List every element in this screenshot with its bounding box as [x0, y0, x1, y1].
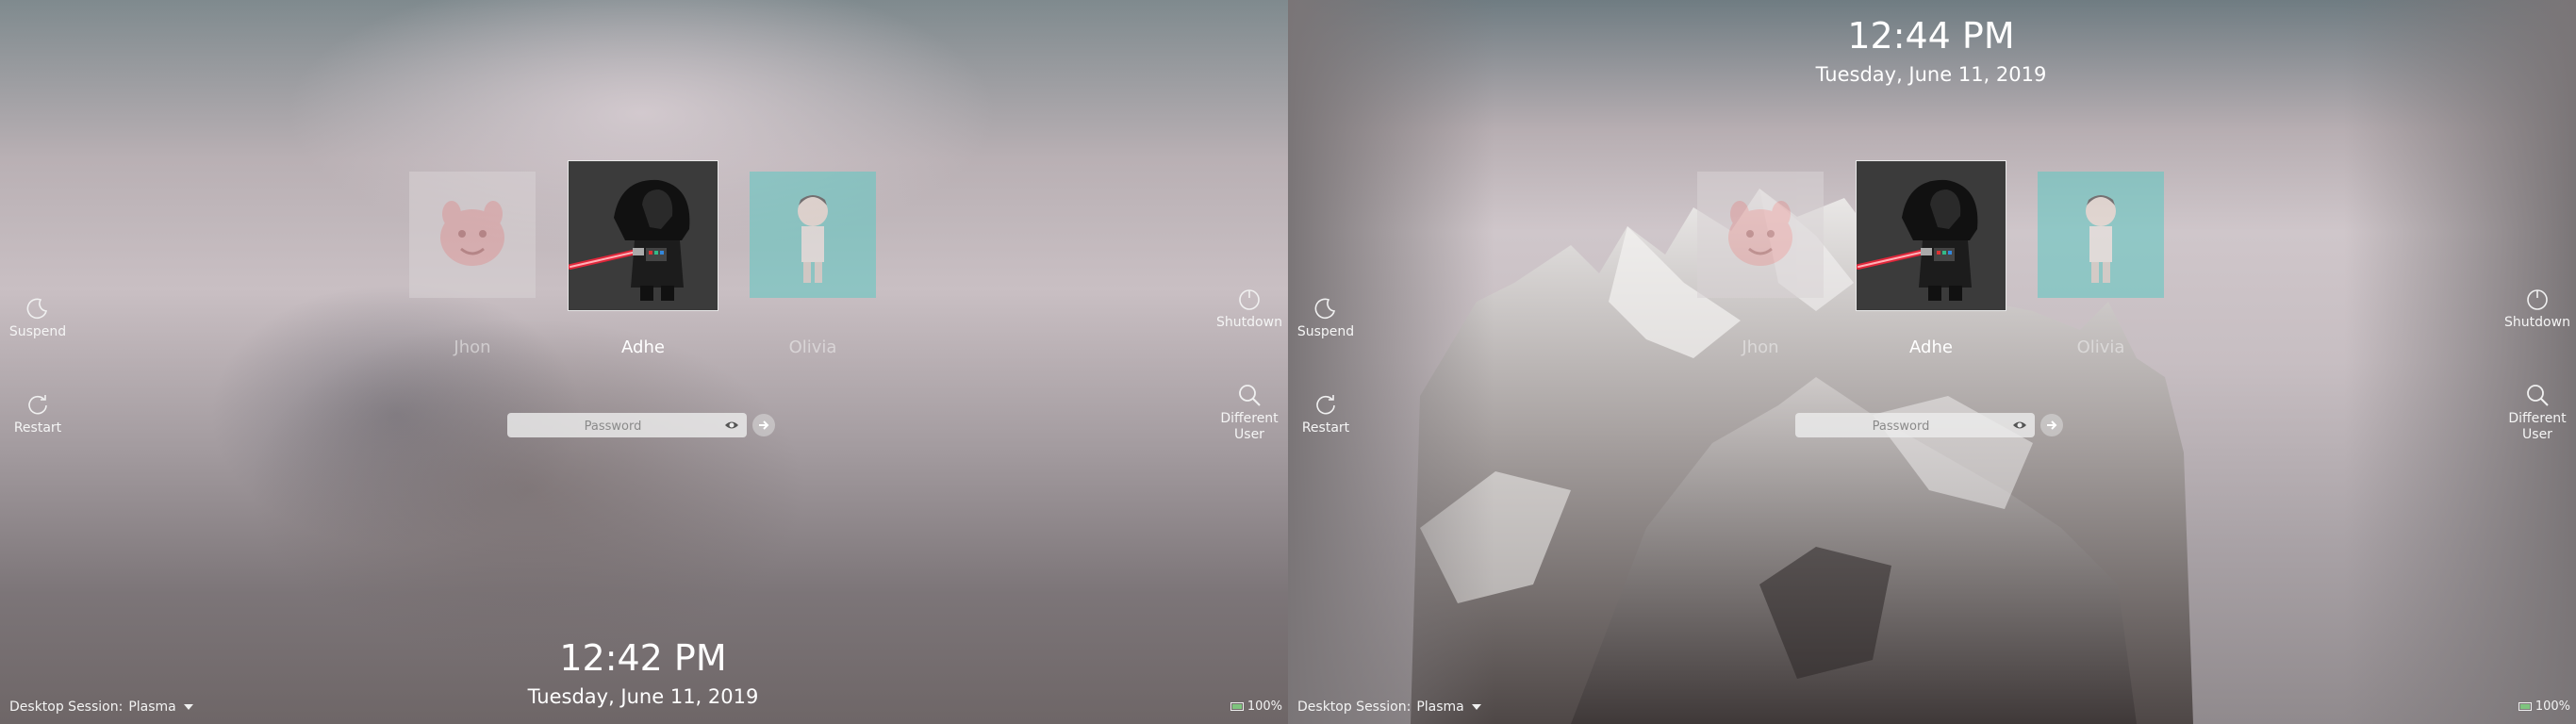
avatar-jhon[interactable]	[409, 172, 536, 298]
restart-button[interactable]: Restart	[1288, 392, 1368, 436]
shutdown-icon	[1239, 289, 1260, 310]
shutdown-button[interactable]: Shutdown	[1207, 287, 1288, 331]
suspend-icon	[26, 298, 48, 320]
battery-indicator: 100%	[1230, 699, 1282, 714]
avatar-olivia[interactable]	[2038, 172, 2164, 298]
arrow-right-icon	[759, 420, 769, 430]
password-input[interactable]	[1795, 413, 2006, 439]
restart-label: Restart	[1301, 420, 1350, 436]
battery-percent: 100%	[1247, 699, 1282, 714]
suspend-icon	[1314, 298, 1336, 320]
user-name-jhon: Jhon	[454, 337, 491, 357]
suspend-label: Suspend	[8, 324, 67, 339]
session-selector[interactable]: Desktop Session: Plasma	[1297, 699, 1481, 715]
eye-icon[interactable]	[724, 419, 739, 432]
restart-label: Restart	[13, 420, 62, 436]
user-name-olivia: Olivia	[2076, 337, 2125, 357]
user-name-adhe: Adhe	[621, 337, 665, 357]
avatar-adhe[interactable]	[568, 160, 718, 311]
shutdown-icon	[2527, 289, 2548, 310]
different-user-button[interactable]: Different User	[1207, 383, 1288, 443]
mountain-illustration	[1288, 0, 2576, 724]
search-icon	[1239, 385, 1261, 406]
session-value: Plasma	[128, 699, 176, 715]
avatar-jhon[interactable]	[1697, 172, 1824, 298]
clock-time: 12:44 PM	[1847, 15, 2015, 57]
avatar-olivia[interactable]	[750, 172, 876, 298]
search-icon	[2527, 385, 2549, 406]
suspend-button[interactable]: Suspend	[1288, 296, 1368, 340]
login-button[interactable]	[752, 414, 775, 436]
clock-time: 12:42 PM	[559, 637, 727, 679]
shutdown-label: Shutdown	[2504, 315, 2570, 330]
session-label: Desktop Session:	[1297, 699, 1412, 715]
password-field[interactable]	[507, 413, 747, 439]
session-value: Plasma	[1416, 699, 1464, 715]
password-input[interactable]	[507, 413, 718, 439]
lock-screen-right: 12:44 PM Tuesday, June 11, 2019 Jhon Adh…	[1288, 0, 2576, 724]
user-name-adhe: Adhe	[1909, 337, 1953, 357]
eye-icon[interactable]	[2012, 419, 2027, 432]
blurred-wallpaper	[0, 0, 1288, 724]
battery-icon	[1230, 702, 1244, 711]
different-user-button[interactable]: Different User	[2495, 383, 2576, 443]
user-name-jhon: Jhon	[1742, 337, 1779, 357]
different-user-label: Different User	[2508, 411, 2567, 442]
session-selector[interactable]: Desktop Session: Plasma	[9, 699, 193, 715]
battery-indicator: 100%	[2518, 699, 2570, 714]
arrow-right-icon	[2047, 420, 2057, 430]
clock-date: Tuesday, June 11, 2019	[527, 685, 759, 708]
battery-percent: 100%	[2535, 699, 2570, 714]
user-name-olivia: Olivia	[788, 337, 837, 357]
suspend-label: Suspend	[1296, 324, 1355, 339]
avatar-adhe[interactable]	[1856, 160, 2006, 311]
restart-button[interactable]: Restart	[0, 392, 80, 436]
clock-date: Tuesday, June 11, 2019	[1815, 63, 2047, 86]
chevron-down-icon	[183, 704, 193, 710]
login-button[interactable]	[2040, 414, 2063, 436]
battery-icon	[2518, 702, 2532, 711]
shutdown-label: Shutdown	[1216, 315, 1282, 330]
password-field[interactable]	[1795, 413, 2035, 439]
lock-screen-left: Jhon Adhe Olivia Suspend Restart Shutdow…	[0, 0, 1288, 724]
session-label: Desktop Session:	[9, 699, 124, 715]
restart-icon	[1316, 395, 1335, 415]
suspend-button[interactable]: Suspend	[0, 296, 80, 340]
restart-icon	[28, 395, 47, 415]
shutdown-button[interactable]: Shutdown	[2495, 287, 2576, 331]
different-user-label: Different User	[1220, 411, 1279, 442]
chevron-down-icon	[1471, 704, 1481, 710]
